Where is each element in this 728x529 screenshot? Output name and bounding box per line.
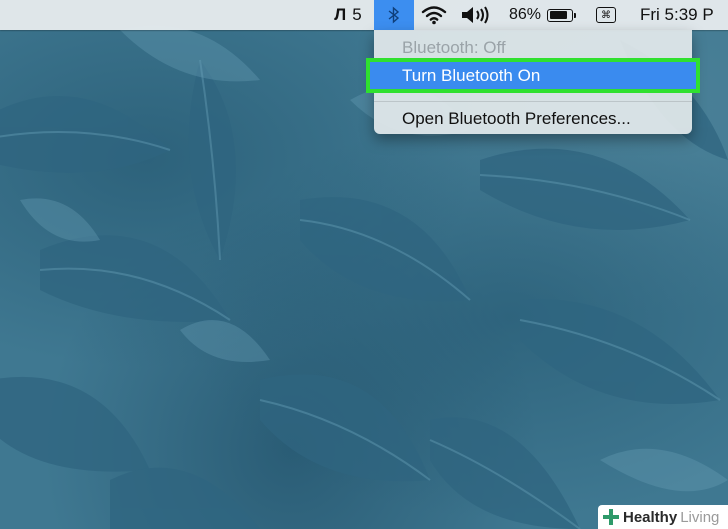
bluetooth-status: Bluetooth: Off bbox=[402, 38, 506, 57]
clock[interactable]: Fri 5:39 P bbox=[640, 0, 728, 30]
keyboard-menu-extra[interactable]: ⌘ bbox=[592, 0, 620, 30]
battery-icon bbox=[547, 8, 577, 22]
bluetooth-icon bbox=[388, 6, 400, 24]
volume-menu-extra[interactable] bbox=[458, 0, 494, 30]
wifi-icon bbox=[421, 6, 447, 25]
turn-bluetooth-on-item[interactable]: Turn Bluetooth On bbox=[366, 58, 700, 93]
bluetooth-menu-extra[interactable] bbox=[374, 0, 414, 30]
watermark-brand-light: Living bbox=[680, 508, 720, 526]
watermark: Healthy Living bbox=[598, 505, 728, 529]
bluetooth-dropdown-menu: Bluetooth: Off Turn Bluetooth On Open Bl… bbox=[366, 30, 700, 134]
adobe-icon: Л bbox=[334, 5, 347, 24]
battery-percent: 86% bbox=[508, 6, 542, 23]
battery-fill bbox=[549, 11, 567, 19]
open-bluetooth-preferences-item[interactable]: Open Bluetooth Preferences... bbox=[374, 104, 692, 134]
adobe-count: 5 bbox=[352, 5, 362, 24]
plus-icon bbox=[603, 509, 619, 525]
clock-text: Fri 5:39 P bbox=[640, 5, 714, 24]
keyboard-icon: ⌘ bbox=[596, 7, 616, 23]
volume-icon bbox=[462, 6, 489, 24]
battery-menu-extra[interactable]: 86% bbox=[502, 0, 580, 30]
menu-separator bbox=[374, 101, 692, 102]
adobe-menu-extra[interactable]: Л 5 bbox=[326, 0, 370, 30]
watermark-brand-bold: Healthy bbox=[623, 508, 678, 526]
wifi-menu-extra[interactable] bbox=[418, 0, 450, 30]
menu-bar: Л 5 86% ⌘ Fri 5:39 P bbox=[0, 0, 728, 30]
